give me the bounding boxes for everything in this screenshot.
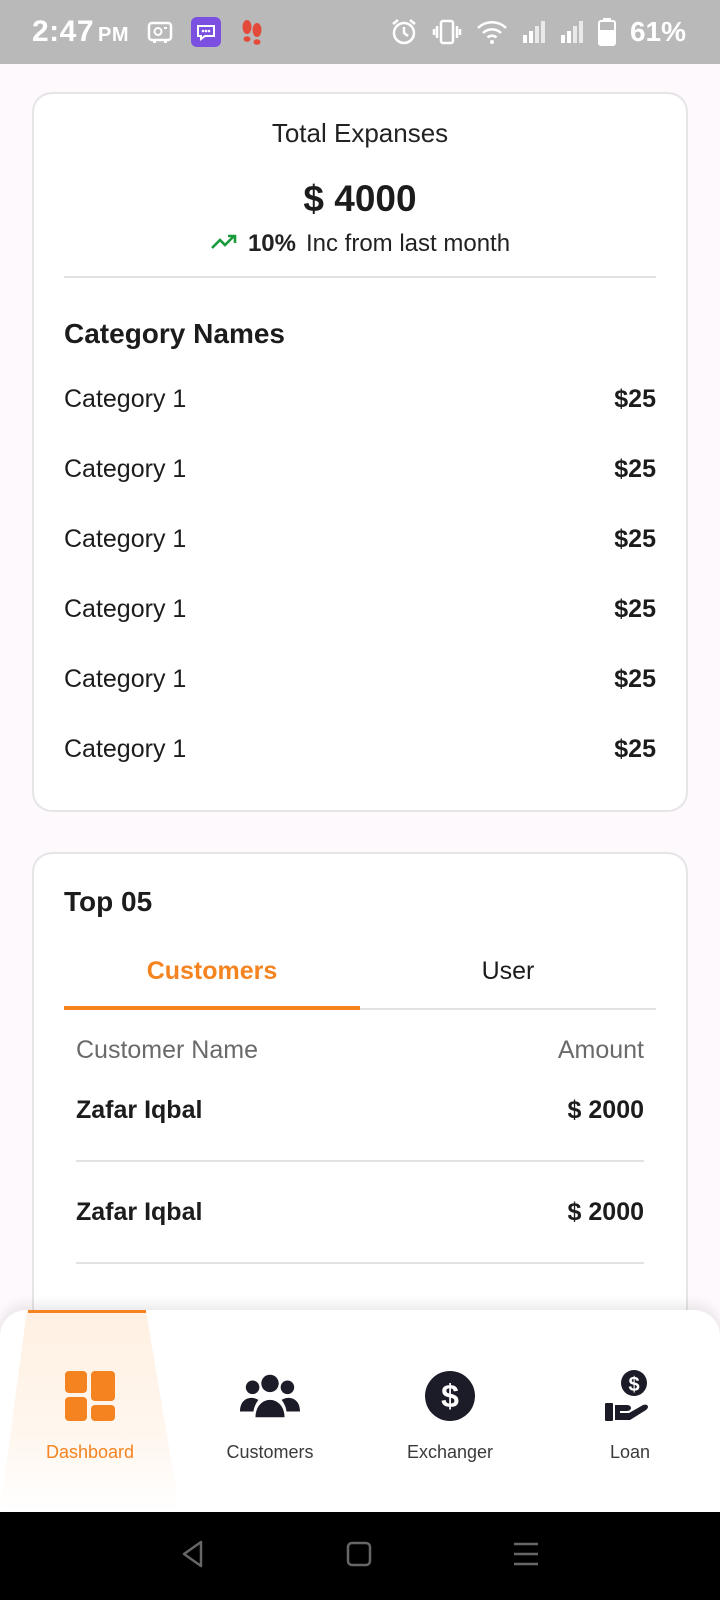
- status-bar: 2:47 PM 61%: [0, 0, 720, 64]
- home-icon[interactable]: [345, 1540, 373, 1573]
- category-list: Category 1 $25 Category 1 $25 Category 1…: [64, 364, 656, 784]
- list-item: Category 1 $25: [64, 574, 656, 644]
- list-item: Category 1 $25: [64, 504, 656, 574]
- nav-label: Loan: [609, 1442, 651, 1462]
- category-value: $25: [614, 384, 656, 413]
- category-value: $25: [614, 524, 656, 553]
- category-name: Category 1: [64, 524, 187, 553]
- nav-item-exchanger[interactable]: $ Exchanger: [360, 1310, 540, 1512]
- list-item: Category 1 $25: [64, 434, 656, 504]
- back-icon[interactable]: [179, 1539, 207, 1574]
- nav-item-dashboard[interactable]: Dashboard: [0, 1310, 180, 1512]
- list-item: Category 1 $25: [64, 644, 656, 714]
- trending-up-icon: [210, 230, 238, 258]
- nav-label: Customers: [226, 1442, 314, 1462]
- nav-item-loan[interactable]: $ Loan: [540, 1310, 720, 1512]
- customer-table: Zafar Iqbal $ 2000 Zafar Iqbal $ 2000: [76, 1060, 644, 1264]
- table-row[interactable]: Zafar Iqbal $ 2000: [76, 1060, 644, 1162]
- svg-text:$: $: [441, 1378, 459, 1414]
- footsteps-icon: [239, 18, 265, 46]
- expenses-title: Total Expanses: [271, 118, 449, 148]
- category-value: $25: [614, 594, 656, 623]
- tab-customers[interactable]: Customers: [64, 934, 360, 1010]
- list-item: Category 1 $25: [64, 714, 656, 784]
- chat-app-icon: [191, 17, 222, 47]
- system-nav-bar: [0, 1512, 720, 1600]
- customer-amount: $ 2000: [567, 1095, 644, 1124]
- expenses-amount: $ 4000: [303, 178, 417, 219]
- change-text: Inc from last month: [305, 230, 511, 257]
- menu-icon[interactable]: [511, 1540, 541, 1573]
- customer-name: Zafar Iqbal: [76, 1197, 203, 1226]
- wifi-icon: [476, 19, 508, 45]
- svg-text:$: $: [628, 1374, 639, 1396]
- category-value: $25: [614, 664, 656, 693]
- category-name: Category 1: [64, 454, 187, 483]
- top-section-title: Top 05: [64, 886, 153, 917]
- expenses-change: 10% Inc from last month: [34, 230, 686, 258]
- top-tabs: Customers User: [64, 934, 656, 1010]
- signal-icon: [522, 20, 546, 44]
- category-name: Category 1: [64, 734, 187, 763]
- category-name: Category 1: [64, 384, 187, 413]
- battery-percent: 61%: [629, 16, 686, 47]
- status-left: 2:47 PM: [32, 15, 265, 49]
- dashboard-icon: [60, 1366, 120, 1426]
- dollar-circle-icon: $: [420, 1366, 480, 1426]
- signal-icon: [560, 20, 584, 44]
- top-card: Top 05 Customers User Customer Name Amou…: [32, 852, 688, 1372]
- vibrate-icon: [432, 19, 462, 45]
- tab-user[interactable]: User: [360, 934, 656, 1008]
- category-value: $25: [614, 734, 656, 763]
- status-time: 2:47 PM: [32, 15, 129, 49]
- time-ampm: PM: [98, 24, 130, 46]
- category-name: Category 1: [64, 594, 187, 623]
- nav-label: Exchanger: [406, 1442, 494, 1462]
- divider: [64, 276, 656, 278]
- loan-hand-icon: $: [600, 1366, 660, 1426]
- customers-icon: [240, 1366, 300, 1426]
- customer-name: Zafar Iqbal: [76, 1095, 203, 1124]
- change-percent: 10%: [247, 230, 296, 257]
- customer-amount: $ 2000: [567, 1197, 644, 1226]
- category-value: $25: [614, 454, 656, 483]
- storage-icon: [147, 20, 173, 44]
- nav-item-customers[interactable]: Customers: [180, 1310, 360, 1512]
- nav-label: Dashboard: [45, 1442, 135, 1462]
- table-row[interactable]: Zafar Iqbal $ 2000: [76, 1162, 644, 1264]
- expenses-card: Total Expanses $ 4000 10% Inc from last …: [32, 92, 688, 812]
- list-item: Category 1 $25: [64, 364, 656, 434]
- status-right: 61%: [390, 16, 686, 48]
- category-name: Category 1: [64, 664, 187, 693]
- category-section-title: Category Names: [64, 318, 285, 349]
- time-value: 2:47: [32, 15, 95, 48]
- alarm-icon: [390, 18, 418, 46]
- battery-icon: [597, 18, 616, 46]
- bottom-nav: Dashboard Customers $ Exchanger $ Loan: [0, 1310, 720, 1512]
